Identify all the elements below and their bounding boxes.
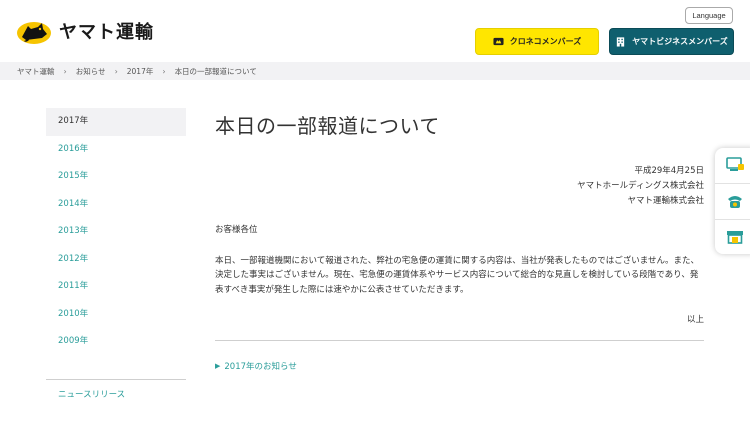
sidebar-item-2011[interactable]: 2011年 — [46, 273, 186, 301]
article-date: 平成29年4月25日 — [634, 166, 704, 176]
breadcrumb-bar: ヤマト運輸 › お知らせ › 2017年 › 本日の一部報道について — [0, 62, 750, 80]
panel-divider — [715, 219, 750, 220]
year-news-link-label: 2017年のお知らせ — [224, 362, 297, 372]
cat-card-icon — [493, 37, 504, 46]
sidebar-item-2017[interactable]: 2017年 — [46, 108, 186, 136]
article-divider — [215, 340, 704, 341]
language-button[interactable]: Language — [685, 7, 733, 24]
sidebar-item-2012[interactable]: 2012年 — [46, 246, 186, 274]
business-members-button[interactable]: ヤマトビジネスメンバーズ — [609, 28, 734, 55]
black-cat-logo-icon — [17, 22, 51, 44]
sidebar-item-2010[interactable]: 2010年 — [46, 301, 186, 329]
site-logo[interactable]: ヤマト運輸 — [16, 17, 154, 45]
article-body: 本日、一部報道機関において報道された、弊社の宅急便の運賃に関する内容は、当社が発… — [215, 256, 699, 295]
article-issuer-transport: ヤマト運輸株式会社 — [627, 196, 704, 206]
triangle-right-icon: ▶ — [215, 362, 221, 370]
site-header: ヤマト運輸 Language クロネコメンバーズ ヤマトビジネスメンバーズ — [0, 0, 750, 62]
kuroneko-members-button[interactable]: クロネコメンバーズ — [475, 28, 599, 55]
sidebar-item-2014[interactable]: 2014年 — [46, 191, 186, 219]
chevron-right-icon: › — [63, 66, 67, 76]
kuroneko-members-label: クロネコメンバーズ — [509, 37, 582, 46]
panel-divider — [715, 183, 750, 184]
breadcrumb-current: 本日の一部報道について — [174, 66, 257, 76]
floating-shortcut-panel — [715, 148, 750, 254]
chevron-right-icon: › — [162, 66, 166, 76]
breadcrumb-news[interactable]: お知らせ — [76, 66, 106, 77]
computer-icon[interactable] — [725, 155, 745, 175]
article-issuer-holdings: ヤマトホールディングス株式会社 — [577, 181, 704, 191]
breadcrumb-home[interactable]: ヤマト運輸 — [17, 66, 55, 77]
sidebar-item-2016[interactable]: 2016年 — [46, 136, 186, 164]
phone-icon[interactable] — [725, 191, 745, 211]
sidebar-item-2015[interactable]: 2015年 — [46, 163, 186, 191]
building-icon — [617, 37, 625, 47]
chevron-right-icon: › — [114, 66, 118, 76]
sidebar-item-2009[interactable]: 2009年 — [46, 328, 186, 356]
sidebar-divider — [46, 379, 186, 380]
brand-name: ヤマト運輸 — [59, 22, 154, 43]
breadcrumb: ヤマト運輸 › お知らせ › 2017年 › 本日の一部報道について — [17, 62, 257, 80]
business-members-label: ヤマトビジネスメンバーズ — [632, 37, 728, 46]
sidebar-item-2013[interactable]: 2013年 — [46, 218, 186, 246]
year-sidebar: 2017年 2016年 2015年 2014年 2013年 2012年 2011… — [46, 108, 186, 356]
breadcrumb-year[interactable]: 2017年 — [127, 66, 154, 77]
year-news-link[interactable]: ▶ 2017年のお知らせ — [215, 360, 297, 372]
store-icon[interactable] — [725, 227, 745, 247]
page-title: 本日の一部報道について — [215, 114, 440, 138]
sidebar-item-news-release[interactable]: ニュースリリース — [58, 388, 125, 400]
article-closing: 以上 — [686, 315, 704, 325]
article-salutation: お客様各位 — [215, 225, 258, 235]
